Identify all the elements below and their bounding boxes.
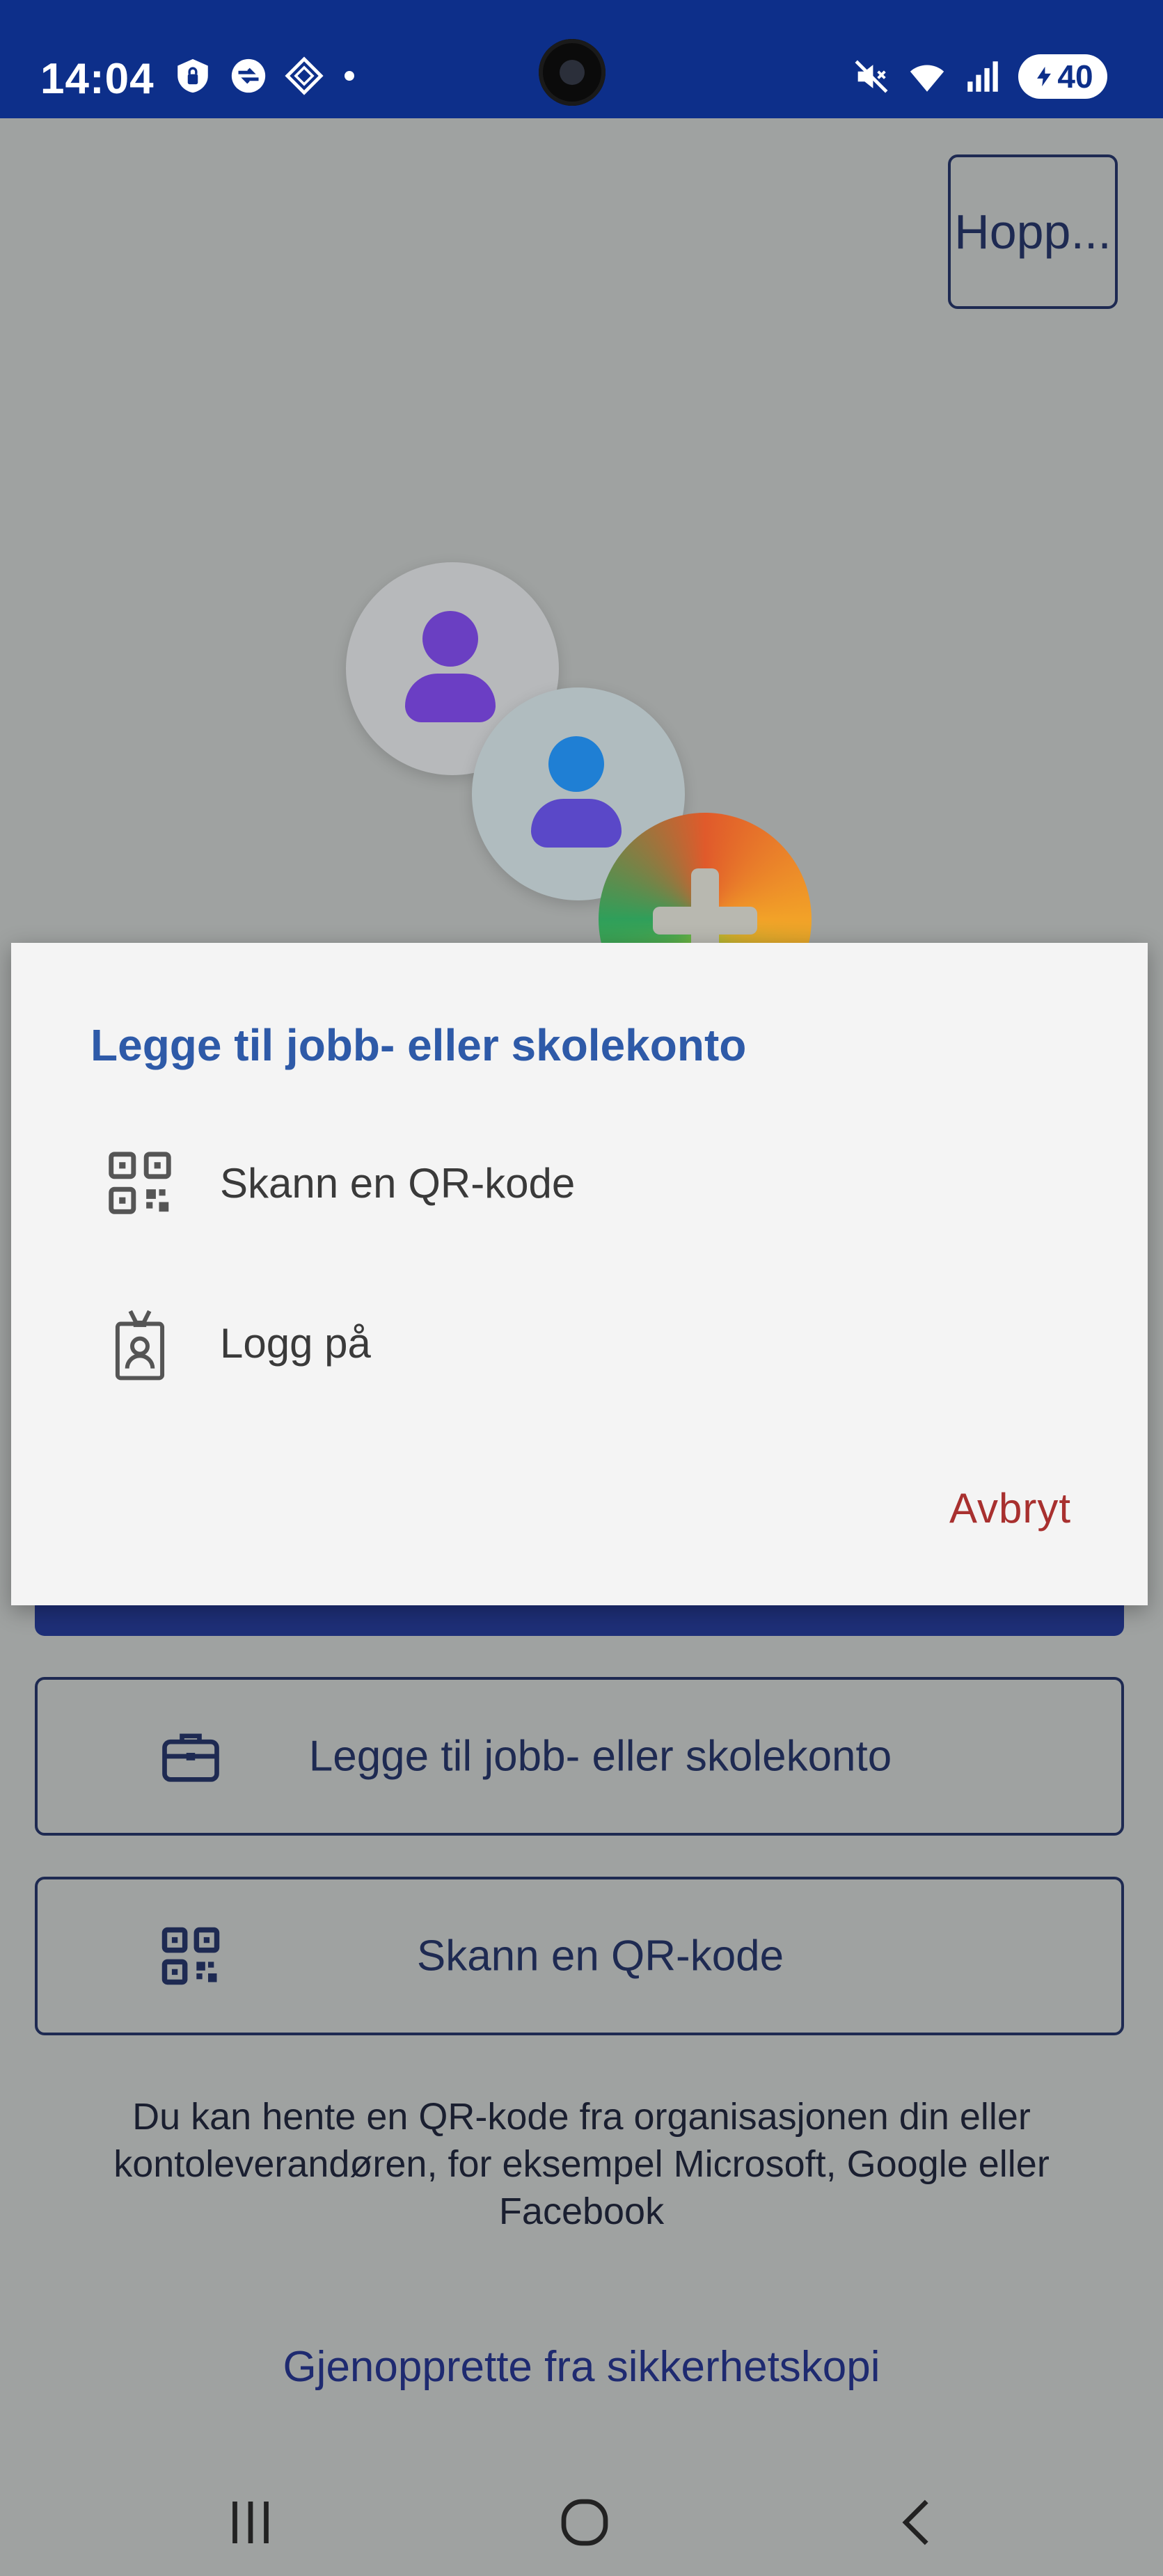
dialog-item-sign-in[interactable]: Logg på [102,1298,1076,1388]
dot-icon [345,71,354,81]
cancel-button[interactable]: Avbryt [949,1484,1071,1532]
wifi-icon [910,65,944,92]
badge-icon [115,1310,165,1381]
navigation-bar [0,2463,1163,2576]
primary-button-edge[interactable] [35,1605,1124,1636]
dialog-title: Legge til jobb- eller skolekonto [90,1020,747,1070]
add-account-dialog: Legge til jobb- eller skolekonto Skann e… [11,943,1148,1605]
home-icon[interactable] [550,2491,619,2554]
dialog-item-scan-qr[interactable]: Skann en QR-kode [102,1138,1076,1228]
add-work-school-account-label: Legge til jobb- eller skolekonto [308,1732,892,1781]
add-work-school-account-button[interactable]: Legge til jobb- eller skolekonto [35,1677,1124,1836]
lock-icon [177,58,208,93]
skip-button[interactable]: Hopp... [948,154,1118,309]
status-icons-right: 40 [851,54,1107,99]
back-icon[interactable] [884,2491,954,2554]
battery-level: 40 [1057,58,1093,95]
recent-apps-icon[interactable] [216,2491,285,2554]
restore-from-backup-link[interactable]: Gjenopprette fra sikkerhetskopi [0,2342,1163,2392]
signal-icon [967,61,998,92]
charging-icon [1037,66,1052,87]
status-time: 14:04 [40,55,155,103]
dialog-item-sign-in-label: Logg på [220,1319,371,1367]
status-bar: 14:04 40 [0,0,1163,118]
qr-code-icon [109,1152,171,1214]
scan-qr-code-label: Skann en QR-kode [416,1932,784,1980]
dialog-item-scan-qr-label: Skann en QR-kode [220,1159,576,1207]
scan-qr-code-button[interactable]: Skann en QR-kode [35,1877,1124,2035]
front-camera [539,39,606,106]
status-icons-left [173,56,359,96]
battery-indicator: 40 [1018,54,1107,99]
diamond-icon [285,56,324,95]
qr-info-text: Du kan hente en QR-kode fra organisasjon… [113,2096,1050,2232]
screen: 14:04 40 Hopp... Legge til jobb- eller s… [0,0,1163,2576]
app-icon [231,58,266,93]
mute-icon [855,60,888,93]
